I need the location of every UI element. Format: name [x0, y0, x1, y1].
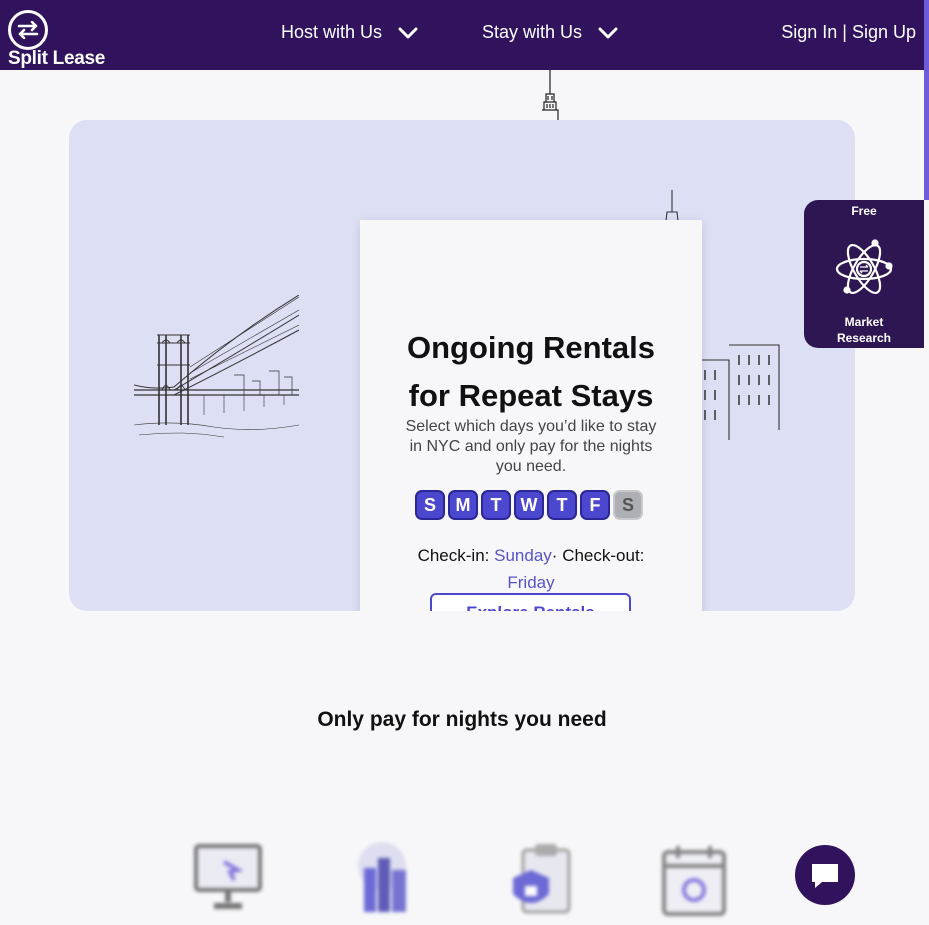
host-with-us-menu[interactable]: Host with Us	[281, 22, 418, 43]
computer-icon	[194, 844, 262, 909]
sign-up-link[interactable]: Sign Up	[852, 22, 916, 42]
spire-sketch-illustration	[542, 70, 559, 120]
day-friday[interactable]: F	[580, 490, 610, 520]
stay-with-us-menu[interactable]: Stay with Us	[482, 22, 618, 43]
checkout-label: Check-out:	[562, 546, 645, 565]
day-thursday[interactable]: T	[547, 490, 577, 520]
day-selector: S M T W T F S	[415, 490, 643, 520]
market-free-label: Free	[851, 204, 877, 218]
exchange-arrows-icon	[8, 10, 48, 50]
atom-icon	[835, 239, 893, 295]
bridge-sketch-illustration	[134, 295, 299, 438]
chat-button[interactable]	[795, 845, 855, 905]
market-label-line1: Market	[844, 315, 884, 329]
day-saturday[interactable]: S	[613, 490, 643, 520]
host-with-us-label: Host with Us	[281, 22, 383, 42]
hero-title-line1: Ongoing Rentals	[407, 330, 655, 365]
day-sunday[interactable]: S	[415, 490, 445, 520]
checkout-value: Friday	[507, 573, 555, 592]
chat-icon	[812, 864, 838, 888]
day-tuesday[interactable]: T	[481, 490, 511, 520]
hero-subtitle: Select which days you’d like to stay in …	[405, 418, 657, 475]
separator-dot: ·	[551, 546, 558, 565]
scrollbar-thumb[interactable]	[924, 0, 929, 200]
explore-rentals-button[interactable]: Explore Rentals	[430, 593, 631, 611]
market-research-widget[interactable]: Free Market Research	[804, 200, 924, 348]
sign-in-link[interactable]: Sign In	[781, 22, 837, 42]
chevron-down-icon	[398, 27, 418, 38]
split-lease-logo[interactable]: Split Lease	[6, 8, 116, 69]
day-monday[interactable]: M	[448, 490, 478, 520]
market-label-line2: Research	[836, 331, 892, 345]
hero-title-line2: for Repeat Stays	[408, 378, 654, 413]
auth-links: Sign In | Sign Up	[781, 22, 916, 43]
buildings-icon	[358, 842, 406, 912]
checkin-value: Sunday	[494, 546, 552, 565]
top-navbar: Split Lease Host with Us Stay with Us Si…	[0, 0, 924, 70]
lock-clipboard-icon	[513, 844, 571, 914]
market-research-label: Market Research	[804, 314, 924, 346]
chevron-down-icon	[598, 27, 618, 38]
checkin-label: Check-in:	[417, 546, 490, 565]
day-wednesday[interactable]: W	[514, 490, 544, 520]
hero-title: Ongoing Rentals for Repeat Stays	[360, 324, 702, 420]
calendar-icon	[662, 846, 726, 916]
logo-text: Split Lease	[8, 48, 106, 69]
stay-with-us-label: Stay with Us	[482, 22, 583, 42]
hero-section: Ongoing Rentals for Repeat Stays Select …	[69, 120, 855, 611]
search-card: Ongoing Rentals for Repeat Stays Select …	[360, 220, 702, 611]
section-title: Only pay for nights you need	[317, 708, 607, 731]
auth-separator: |	[837, 22, 852, 42]
checkin-checkout-summary: Check-in: Sunday· Check-out: Friday	[370, 542, 692, 596]
